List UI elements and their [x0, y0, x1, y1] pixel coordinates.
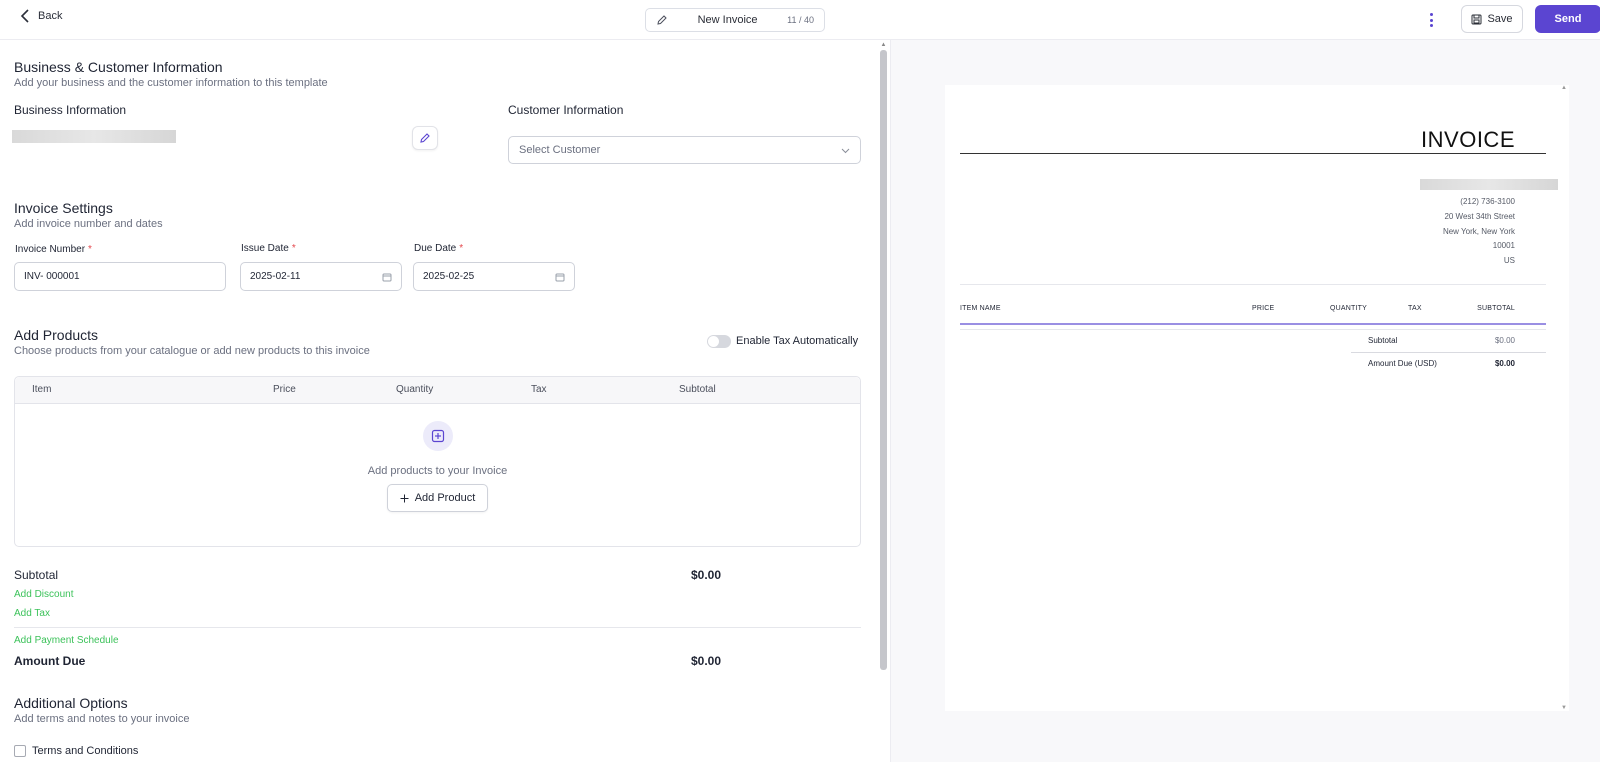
floppy-disk-icon — [1471, 14, 1482, 24]
column-item: Item — [32, 384, 52, 395]
add-product-button[interactable]: Add Product — [387, 484, 488, 512]
column-quantity: Quantity — [396, 384, 434, 395]
due-date-value: 2025-02-25 — [423, 271, 475, 282]
preview-address-line: US — [1503, 256, 1515, 265]
preview-heading-rule — [960, 153, 1546, 154]
column-price: Price — [273, 384, 296, 395]
preview-scroll-up[interactable]: ▲ — [1561, 85, 1567, 91]
preview-table-rule-light — [960, 329, 1546, 330]
pencil-icon — [657, 15, 667, 25]
preview-subtotal-value: $0.00 — [1494, 336, 1515, 345]
send-button[interactable]: Send — [1535, 5, 1600, 33]
invoice-preview: INVOICE (212) 736-3100 20 West 34th Stre… — [945, 85, 1569, 711]
preview-scroll-down[interactable]: ▼ — [1561, 705, 1567, 711]
amount-due-label: Amount Due — [14, 654, 86, 668]
issue-date-value: 2025-02-11 — [250, 271, 301, 282]
terms-checkbox[interactable] — [14, 745, 26, 757]
title-char-count: 11 / 40 — [787, 15, 814, 25]
tax-toggle-label: Enable Tax Automatically — [736, 335, 859, 347]
more-options-icon[interactable] — [1425, 11, 1437, 29]
column-tax: Tax — [531, 384, 547, 395]
add-payment-schedule-link[interactable]: Add Payment Schedule — [14, 635, 119, 646]
chevron-left-icon — [20, 9, 29, 23]
plus-icon — [400, 494, 409, 502]
issue-date-label: Issue Date * — [241, 243, 296, 254]
preview-column-price: PRICE — [1252, 305, 1275, 312]
preview-amount-due-label: Amount Due (USD) — [1368, 359, 1437, 368]
preview-column-tax: TAX — [1408, 305, 1422, 312]
add-product-label: Add Product — [414, 492, 476, 504]
business-customer-title: Business & Customer Information — [14, 59, 223, 75]
invoice-settings-title: Invoice Settings — [14, 200, 113, 216]
terms-label: Terms and Conditions — [32, 745, 139, 757]
products-table-header: Item Price Quantity Tax Subtotal — [15, 377, 860, 404]
chevron-down-icon — [841, 148, 850, 153]
scroll-up-arrow[interactable]: ▲ — [880, 42, 887, 48]
preview-heading: INVOICE — [1421, 127, 1515, 152]
left-pane-scrollbar[interactable] — [880, 50, 887, 670]
preview-column-quantity: QUANTITY — [1330, 305, 1367, 312]
business-name-redacted — [12, 130, 176, 143]
save-label: Save — [1487, 13, 1513, 25]
customer-info-label: Customer Information — [508, 103, 624, 117]
calendar-icon — [555, 273, 565, 281]
customer-select[interactable]: Select Customer — [508, 136, 861, 164]
edit-business-button[interactable] — [412, 126, 438, 150]
invoice-number-label: Invoice Number * — [15, 244, 92, 255]
back-label: Back — [38, 10, 63, 22]
document-title: New Invoice — [697, 14, 758, 26]
top-bar: Back New Invoice 11 / 40 Save Send — [0, 0, 1600, 40]
amount-due-value: $0.00 — [691, 654, 722, 668]
preview-address-line: (212) 736-3100 — [1460, 197, 1515, 206]
preview-table-rule — [960, 323, 1546, 325]
preview-business-redacted — [1420, 179, 1558, 190]
pencil-icon — [420, 133, 430, 143]
add-products-title: Add Products — [14, 327, 99, 343]
due-date-input[interactable]: 2025-02-25 — [413, 262, 575, 291]
preview-amount-due-value: $0.00 — [1494, 359, 1515, 368]
preview-divider — [960, 284, 1546, 285]
invoice-settings-subtitle: Add invoice number and dates — [14, 218, 163, 230]
preview-summary-rule — [1351, 352, 1546, 353]
preview-address-line: New York, New York — [1442, 227, 1515, 236]
add-products-subtitle: Choose products from your catalogue or a… — [14, 345, 370, 357]
business-customer-subtitle: Add your business and the customer infor… — [14, 77, 328, 89]
subtotal-label: Subtotal — [14, 568, 59, 582]
products-empty-text: Add products to your Invoice — [367, 465, 508, 477]
totals-divider — [14, 627, 861, 628]
document-title-field[interactable]: New Invoice 11 / 40 — [645, 8, 825, 32]
preview-subtotal-label: Subtotal — [1368, 336, 1398, 345]
issue-date-input[interactable]: 2025-02-11 — [240, 262, 402, 291]
preview-column-subtotal: SUBTOTAL — [1477, 305, 1515, 312]
save-button[interactable]: Save — [1461, 5, 1523, 33]
due-date-label: Due Date * — [414, 243, 464, 254]
back-button[interactable]: Back — [20, 9, 62, 23]
products-table: Item Price Quantity Tax Subtotal Add pro… — [14, 376, 861, 547]
add-product-icon[interactable] — [423, 421, 453, 451]
plus-square-icon — [431, 429, 445, 443]
invoice-number-input[interactable]: INV- 000001 — [14, 262, 226, 291]
additional-options-subtitle: Add terms and notes to your invoice — [14, 713, 190, 725]
additional-options-title: Additional Options — [14, 695, 128, 711]
customer-select-placeholder: Select Customer — [519, 144, 601, 156]
preview-address-line: 10001 — [1492, 241, 1515, 250]
calendar-icon — [382, 273, 392, 281]
subtotal-value: $0.00 — [691, 568, 722, 582]
invoice-number-value: INV- 000001 — [24, 271, 80, 282]
tax-toggle[interactable] — [707, 335, 731, 348]
preview-column-item: ITEM NAME — [960, 305, 1001, 312]
add-discount-link[interactable]: Add Discount — [14, 589, 73, 600]
add-tax-link[interactable]: Add Tax — [14, 608, 50, 619]
business-info-label: Business Information — [14, 103, 127, 117]
preview-address-line: 20 West 34th Street — [1444, 212, 1515, 221]
column-subtotal: Subtotal — [679, 384, 716, 395]
